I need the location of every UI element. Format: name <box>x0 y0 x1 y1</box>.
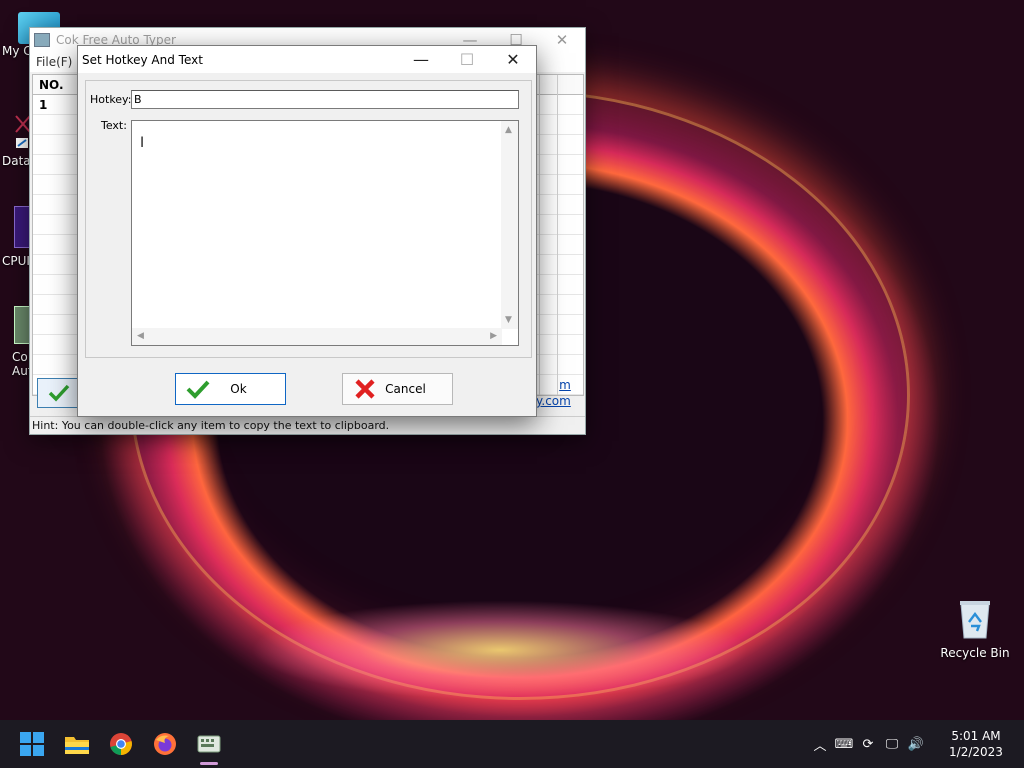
firefox-icon[interactable] <box>149 728 181 760</box>
text-cursor-icon: I <box>140 135 144 153</box>
hotkey-group-box: Hotkey: Text: I ▲ ▼ ◀ ▶ <box>85 80 532 358</box>
maximize-button: ☐ <box>459 50 475 69</box>
chevron-up-icon[interactable]: ︿ <box>809 735 831 754</box>
speaker-icon[interactable]: 🔊 <box>905 737 927 752</box>
status-hint: Hint: You can double-click any item to c… <box>30 416 585 434</box>
minimize-button[interactable]: — <box>398 46 444 73</box>
recycle-bin-icon <box>957 598 993 640</box>
chrome-icon[interactable] <box>105 728 137 760</box>
scroll-down-icon[interactable]: ▼ <box>505 315 512 325</box>
scroll-right-icon[interactable]: ▶ <box>490 331 497 341</box>
cancel-button-label: Cancel <box>385 382 426 396</box>
hotkey-label: Hotkey: <box>90 93 132 106</box>
vertical-scrollbar[interactable]: ▲ ▼ <box>501 121 518 329</box>
clock[interactable]: 5:01 AM 1/2/2023 <box>936 728 1016 760</box>
start-icon[interactable] <box>16 728 48 760</box>
desktop: { "desktop": { "icons_left": [ {"label":… <box>0 0 1024 768</box>
cpu-icon <box>14 206 30 248</box>
website-link-2[interactable]: y.com <box>536 393 571 409</box>
close-button[interactable]: ✕ <box>539 31 585 49</box>
scroll-left-icon[interactable]: ◀ <box>137 331 144 341</box>
desktop-icon-label: Recycle Bin <box>940 646 1010 660</box>
website-link-1[interactable]: m <box>536 377 571 393</box>
grid-cell-no: 1 <box>39 98 48 112</box>
text-area-container: I ▲ ▼ ◀ ▶ <box>131 120 519 346</box>
desktop-icon-recycle-bin[interactable]: Recycle Bin <box>940 598 1010 660</box>
wallpaper-glow-bottom <box>250 600 750 700</box>
website-links: m y.com <box>536 377 571 409</box>
grid-column-divider <box>557 75 558 395</box>
ok-button[interactable]: Ok <box>175 373 286 405</box>
clock-date: 1/2/2023 <box>949 745 1003 759</box>
text-input[interactable] <box>132 121 502 329</box>
dialog-title-bar[interactable]: Set Hotkey And Text — ☐ ✕ <box>78 46 536 73</box>
network-icon[interactable]: 🖵 <box>881 737 903 752</box>
auto-typer-icon <box>14 306 30 344</box>
file-explorer-icon[interactable] <box>61 728 93 760</box>
ok-button-label: Ok <box>230 382 247 396</box>
grid-column-divider <box>539 75 540 395</box>
check-icon <box>186 377 210 401</box>
clock-time: 5:01 AM <box>951 729 1001 743</box>
horizontal-scrollbar[interactable]: ◀ ▶ <box>132 328 502 345</box>
cancel-button[interactable]: Cancel <box>342 373 453 405</box>
app-ok-button[interactable] <box>37 378 81 408</box>
system-tray: ︿ ⌨ ⟳ 🖵 🔊 5:01 AM 1/2/2023 <box>808 720 1024 768</box>
cancel-x-icon <box>353 377 377 401</box>
set-hotkey-dialog: Set Hotkey And Text — ☐ ✕ Hotkey: Text: … <box>77 45 537 417</box>
menu-file[interactable]: File(F) <box>36 55 72 69</box>
auto-typer-icon[interactable] <box>193 728 225 760</box>
sync-icon[interactable]: ⟳ <box>857 737 879 752</box>
keyboard-icon[interactable]: ⌨ <box>833 737 855 752</box>
active-app-indicator <box>200 762 218 765</box>
dialog-title: Set Hotkey And Text <box>82 52 203 67</box>
app-icon <box>34 33 50 47</box>
text-label: Text: <box>101 119 127 132</box>
taskbar: ︿ ⌨ ⟳ 🖵 🔊 5:01 AM 1/2/2023 <box>0 720 1024 768</box>
scroll-up-icon[interactable]: ▲ <box>505 125 512 135</box>
close-button[interactable]: ✕ <box>490 46 536 73</box>
check-icon <box>48 384 70 402</box>
hotkey-input[interactable] <box>131 90 519 109</box>
